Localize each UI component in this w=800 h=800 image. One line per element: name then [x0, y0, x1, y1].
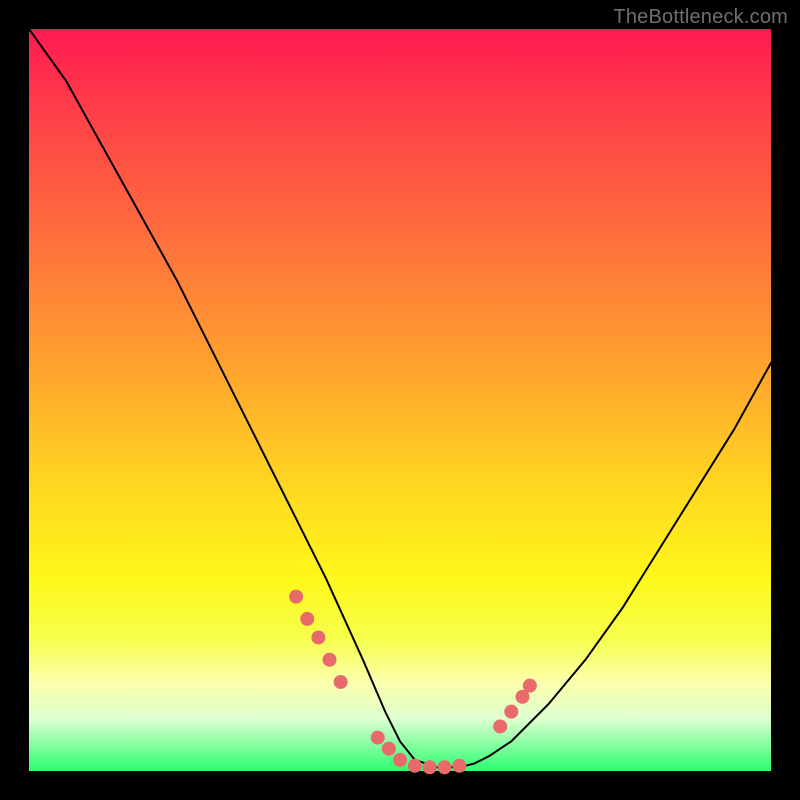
- highlight-dot: [382, 742, 396, 756]
- highlight-dot: [493, 719, 507, 733]
- highlight-dot: [300, 612, 314, 626]
- plot-gradient-area: [29, 29, 771, 771]
- chart-svg: [29, 29, 771, 771]
- chart-frame: TheBottleneck.com: [0, 0, 800, 800]
- highlight-dot: [423, 760, 437, 774]
- markers-layer: [289, 590, 537, 775]
- highlight-dot: [452, 759, 466, 773]
- highlight-dot: [408, 759, 422, 773]
- highlight-dot: [438, 760, 452, 774]
- highlight-dot: [504, 705, 518, 719]
- highlight-dot: [323, 653, 337, 667]
- highlight-dot: [334, 675, 348, 689]
- highlight-dot: [289, 590, 303, 604]
- bottleneck-curve-path: [29, 29, 771, 767]
- highlight-dot: [393, 753, 407, 767]
- highlight-dot: [523, 679, 537, 693]
- highlight-dot: [311, 630, 325, 644]
- highlight-dot: [371, 731, 385, 745]
- curve-layer: [29, 29, 771, 767]
- watermark-text: TheBottleneck.com: [613, 6, 788, 29]
